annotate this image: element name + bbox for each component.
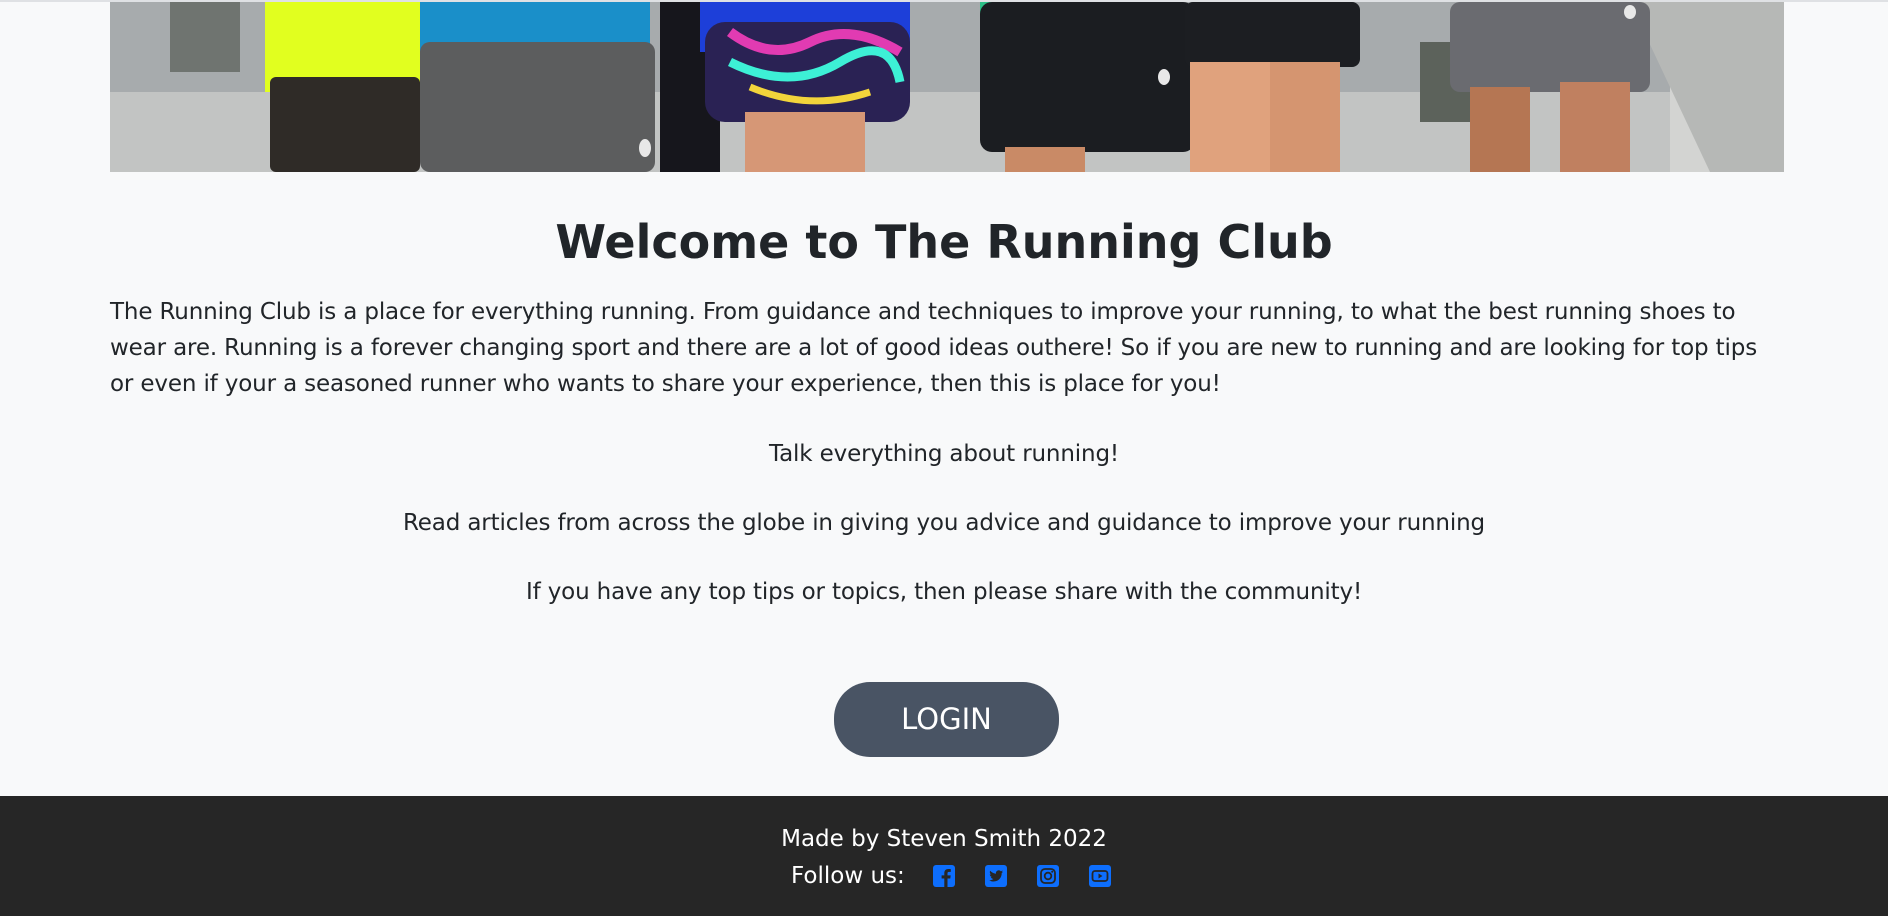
tagline-read: Read articles from across the globe in g…: [403, 510, 1485, 536]
footer-credit: Made by Steven Smith 2022: [781, 826, 1107, 852]
runners-illustration: [110, 2, 1784, 172]
follow-label: Follow us:: [791, 863, 905, 889]
intro-paragraph: The Running Club is a place for everythi…: [110, 299, 1758, 397]
tagline-share: If you have any top tips or topics, then…: [525, 579, 1363, 605]
footer: Made by Steven Smith 2022 Follow us:: [0, 796, 1888, 916]
youtube-icon[interactable]: [1088, 864, 1112, 888]
instagram-icon[interactable]: [1036, 864, 1060, 888]
login-button[interactable]: LOGIN: [834, 682, 1059, 757]
page-title: Welcome to The Running Club: [555, 215, 1333, 269]
facebook-icon[interactable]: [932, 864, 956, 888]
follow-us-row: Follow us:: [791, 859, 1140, 893]
twitter-icon[interactable]: [984, 864, 1008, 888]
tagline-talk: Talk everything about running!: [769, 441, 1119, 467]
hero-image: [110, 2, 1784, 172]
